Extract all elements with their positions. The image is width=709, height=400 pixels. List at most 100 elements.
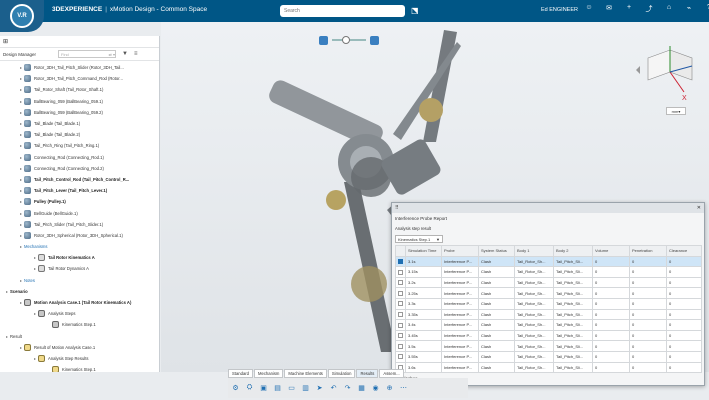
column-header[interactable]: Clearance <box>666 245 702 257</box>
search-box[interactable] <box>280 5 405 17</box>
tree-item[interactable]: ▸ Motion Analysis Case.1 (Tail Rotor Kine… <box>0 297 158 308</box>
table-row[interactable]: 13.1sInterference P...ClashTail_Rotor_Sh… <box>395 255 702 268</box>
axis-triad-icon[interactable]: X <box>632 40 702 106</box>
row-checkbox[interactable] <box>398 312 403 318</box>
column-header[interactable]: Body 2 <box>553 245 593 257</box>
row-checkbox[interactable] <box>398 333 403 339</box>
drive-icon[interactable]: ⛭ <box>244 383 255 394</box>
view-compass[interactable]: X mm ▾ <box>632 40 702 120</box>
tree-item[interactable]: ▸ Pulley (Pulley.1) <box>0 196 158 207</box>
save-icon[interactable]: ▣ <box>258 383 269 394</box>
tree-icon[interactable]: ⊞ <box>3 38 8 45</box>
tree-item[interactable]: ▸ Analysis Step Results <box>0 353 158 364</box>
probe-icon[interactable]: ⊕ <box>384 383 395 394</box>
broadcast-icon[interactable]: ⌁ <box>684 4 694 14</box>
table-row[interactable]: 103.55sInterference P...ClashTail_Rotor_… <box>395 350 702 363</box>
tree-item[interactable]: ▸ Connecting_Rod (Connecting_Rod.2) <box>0 163 158 174</box>
tree-item[interactable]: Kinematics Step.1 <box>0 364 158 372</box>
clipboard-icon[interactable]: ▤ <box>272 383 283 394</box>
user-name[interactable]: Ed ENGINEER <box>541 7 578 13</box>
tab-simulation[interactable]: Simulation <box>327 369 356 378</box>
folder-icon[interactable]: ▭ <box>286 383 297 394</box>
tab-mechanism[interactable]: Mechanism <box>254 369 284 378</box>
tree-item[interactable]: ▸ Tail_Rotor_Shaft (Tail_Rotor_Shaft.1) <box>0 84 158 95</box>
tree-item[interactable]: ▸ Notes <box>0 275 158 286</box>
tree-item[interactable]: Kinematics Step.1 <box>0 319 158 330</box>
gear-icon[interactable]: ⚙ <box>230 383 241 394</box>
row-checkbox[interactable] <box>398 259 403 265</box>
tree-item[interactable]: ▸ Result of Motion Analysis Case.1 <box>0 342 158 353</box>
row-checkbox[interactable] <box>398 354 403 360</box>
tree-item[interactable]: ▸ Mechanisms <box>0 241 158 252</box>
row-checkbox[interactable] <box>398 301 403 307</box>
table-row[interactable]: 93.5sInterference P...ClashTail_Rotor_Sh… <box>395 340 702 352</box>
cursor-icon[interactable]: ➤ <box>314 383 325 394</box>
tree-item[interactable]: ▸ Tail_Pitch_Ring (Tail_Pitch_Ring.1) <box>0 140 158 151</box>
tab-assem-[interactable]: Assem... <box>379 369 404 378</box>
compass-icon[interactable]: V.R <box>10 4 34 28</box>
tree-item[interactable]: ▸ Tail_Pitch_Lever (Tail_Pitch_Lever.1) <box>0 185 158 196</box>
search-input[interactable] <box>284 8 401 14</box>
tree-item[interactable]: ▸ Rotor_3DH_Spherical (Rotor_3DH_Spherica… <box>0 230 158 241</box>
table-row[interactable]: 23.15sInterference P...ClashTail_Rotor_S… <box>395 266 702 278</box>
tree-filter-input[interactable]: Find ⇄ ▾ <box>58 50 116 58</box>
home-icon[interactable]: ⌂ <box>664 4 674 14</box>
row-checkbox[interactable] <box>398 290 403 296</box>
tree-item[interactable]: ▸ Tail Rotor Kinematics A <box>0 252 158 263</box>
share-icon[interactable]: ⤴ <box>644 4 654 14</box>
table-row[interactable]: 113.6sInterference P...ClashTail_Rotor_S… <box>395 361 702 374</box>
column-header[interactable] <box>395 245 406 257</box>
tag-icon[interactable]: ⬔ <box>411 6 419 15</box>
tree-item[interactable]: ▸ Tail_Blade (Tail_Blade.2) <box>0 129 158 140</box>
column-header[interactable]: Simulation Time <box>405 245 442 257</box>
undo-icon[interactable]: ↶ <box>328 383 339 394</box>
table-row[interactable]: 53.3sInterference P...ClashTail_Rotor_Sh… <box>395 297 702 310</box>
tree-item[interactable]: ▸ Tail Rotor Dynamics A <box>0 263 158 274</box>
help-icon[interactable]: ? <box>704 4 709 14</box>
row-checkbox[interactable] <box>398 269 403 275</box>
slider-track[interactable] <box>332 36 366 44</box>
slider-knob[interactable] <box>342 36 350 44</box>
step-select[interactable]: Kinematics Step.1 ▼ <box>395 235 443 243</box>
filter-icon[interactable]: ▼ <box>122 51 128 57</box>
paste-icon[interactable]: ▥ <box>300 383 311 394</box>
column-header[interactable]: Penetration <box>629 245 667 257</box>
more-icon[interactable]: ⋯ <box>398 383 409 394</box>
user-icon[interactable]: ☺ <box>584 4 594 14</box>
report-titlebar[interactable]: ⠿ ✕ <box>392 203 704 213</box>
filter-dropdown-icon[interactable]: ⇄ ▾ <box>109 52 115 57</box>
tree-item[interactable]: ▸ Tail_Pitch_Slider (Tail_Pitch_Slider.1) <box>0 219 158 230</box>
table-row[interactable]: 43.25sInterference P...ClashTail_Rotor_S… <box>395 287 702 299</box>
table-row[interactable]: 73.4sInterference P...ClashTail_Rotor_Sh… <box>395 319 702 331</box>
column-header[interactable]: Volume <box>592 245 630 257</box>
tab-results[interactable]: Results <box>356 369 379 378</box>
chat-icon[interactable]: ✉ <box>604 4 614 14</box>
tree-item[interactable]: ▸ BellGuide (BellGuide.1) <box>0 207 158 218</box>
tree-item[interactable]: ▸ BallBearing_059 (BallBearing_059.2) <box>0 107 158 118</box>
add-icon[interactable]: + <box>624 4 634 14</box>
table-row[interactable]: 33.2sInterference P...ClashTail_Rotor_Sh… <box>395 276 702 289</box>
tree-item[interactable]: ▸ Tail_Blade (Tail_Blade.1) <box>0 118 158 129</box>
tree-item[interactable]: ▸ Rotor_3DH_Tail_Pitch_Slider (Rotor_3DH_… <box>0 62 158 73</box>
tree-item[interactable]: ▸ Scenario <box>0 286 158 297</box>
column-header[interactable]: System Status <box>478 245 515 257</box>
row-checkbox[interactable] <box>398 343 403 349</box>
close-icon[interactable]: ✕ <box>697 205 701 211</box>
camera-icon[interactable]: ◉ <box>370 383 381 394</box>
table-row[interactable]: 63.35sInterference P...ClashTail_Rotor_S… <box>395 308 702 321</box>
row-checkbox[interactable] <box>398 322 403 328</box>
tree-item[interactable]: ▸ Connecting_Rod (Connecting_Rod.1) <box>0 152 158 163</box>
column-header[interactable]: Body 1 <box>514 245 554 257</box>
redo-icon[interactable]: ↷ <box>342 383 353 394</box>
unit-select[interactable]: mm ▾ <box>666 107 686 115</box>
grid-icon[interactable]: ▦ <box>356 383 367 394</box>
tree-item[interactable]: ▸ Result <box>0 331 158 342</box>
compass[interactable]: V.R <box>0 0 44 32</box>
table-row[interactable]: 83.45sInterference P...ClashTail_Rotor_S… <box>395 329 702 342</box>
row-checkbox[interactable] <box>398 280 403 286</box>
tree-item[interactable]: ▸ BallBearing_059 (BallBearing_059.1) <box>0 96 158 107</box>
tab-machine-elements[interactable]: Machine Elements <box>284 369 327 378</box>
tab-standard[interactable]: Standard <box>228 369 253 378</box>
app-name[interactable]: xMotion Design - Common Space <box>110 6 207 13</box>
tree-item[interactable]: ▸ Rotor_3DH_Tail_Pitch_Command_Rod (Rotor… <box>0 73 158 84</box>
